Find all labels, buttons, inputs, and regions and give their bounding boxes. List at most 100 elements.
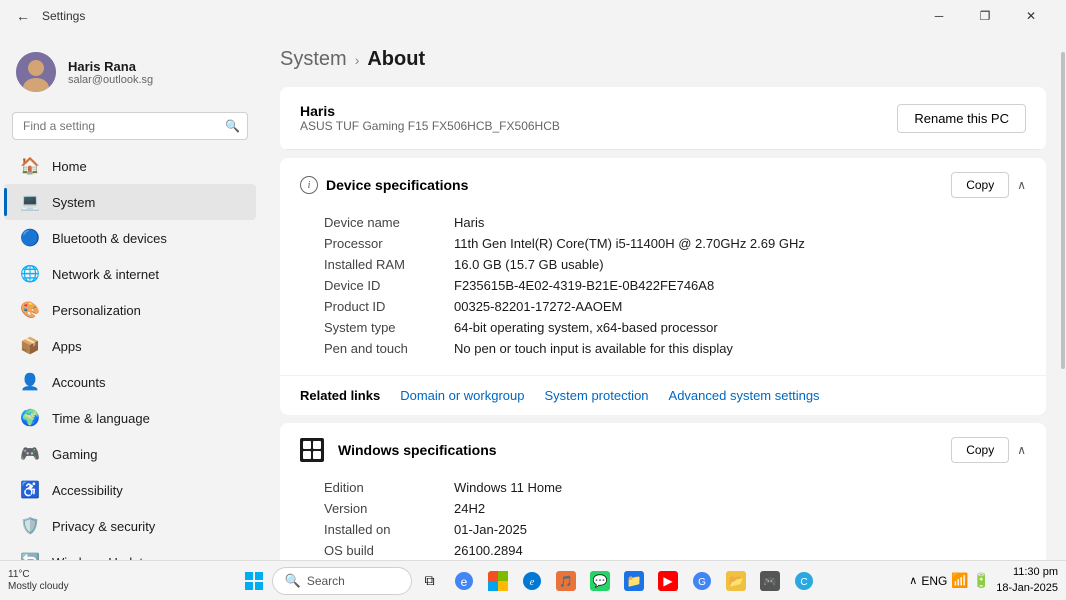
taskbar-app-9[interactable]: 📂 <box>720 565 752 597</box>
svg-text:▶: ▶ <box>663 574 673 588</box>
win-spec-label-3: OS build <box>324 543 454 558</box>
device-spec-row-3: Device ID F235615B-4E02-4319-B21E-0B422F… <box>324 275 1026 296</box>
taskbar-time[interactable]: 11:30 pm 18-Jan-2025 <box>996 565 1058 596</box>
taskbar-lang[interactable]: ENG <box>921 574 947 588</box>
taskbar-app-8[interactable]: G <box>686 565 718 597</box>
breadcrumb-parent[interactable]: System <box>280 48 347 71</box>
taskbar-search-bar[interactable]: 🔍 Search <box>272 567 412 595</box>
sidebar-item-update[interactable]: 🔄 Windows Update <box>4 544 256 560</box>
svg-text:e: e <box>529 577 534 588</box>
taskbar-app-2[interactable] <box>482 565 514 597</box>
nav-label-system: System <box>52 195 95 210</box>
device-spec-value-4: 00325-82201-17272-AAOEM <box>454 299 622 314</box>
sidebar-item-bluetooth[interactable]: 🔵 Bluetooth & devices <box>4 220 256 256</box>
device-spec-label-3: Device ID <box>324 278 454 293</box>
taskbar-app-7[interactable]: ▶ <box>652 565 684 597</box>
taskbar-app-10[interactable]: 🎮 <box>754 565 786 597</box>
svg-text:G: G <box>698 577 706 588</box>
device-specs-title-row: i Device specifications <box>300 176 468 194</box>
win-spec-value-0: Windows 11 Home <box>454 480 562 495</box>
related-link-domain[interactable]: Domain or workgroup <box>400 388 524 403</box>
sidebar-item-accounts[interactable]: 👤 Accounts <box>4 364 256 400</box>
device-spec-value-6: No pen or touch input is available for t… <box>454 341 733 356</box>
sidebar: Haris Rana salar@outlook.sg 🔍 🏠 Home 💻 S… <box>0 32 260 560</box>
win-spec-row-1: Version 24H2 <box>324 498 1026 519</box>
sidebar-item-apps[interactable]: 📦 Apps <box>4 328 256 364</box>
related-link-protection[interactable]: System protection <box>544 388 648 403</box>
svg-text:e: e <box>460 575 467 589</box>
nav-list: 🏠 Home 💻 System 🔵 Bluetooth & devices 🌐 … <box>0 148 260 560</box>
sidebar-search-input[interactable] <box>12 112 248 140</box>
task-view-button[interactable]: ⧉ <box>414 565 446 597</box>
sidebar-item-gaming[interactable]: 🎮 Gaming <box>4 436 256 472</box>
nav-icon-accounts: 👤 <box>20 372 40 392</box>
device-specs-header-right: Copy ∧ <box>951 172 1026 198</box>
sidebar-item-system[interactable]: 💻 System <box>4 184 256 220</box>
windows-specs-card: Windows specifications Copy ∧ Edition Wi… <box>280 423 1046 560</box>
device-spec-label-6: Pen and touch <box>324 341 454 356</box>
sidebar-user-email: salar@outlook.sg <box>68 74 153 86</box>
nav-label-personalization: Personalization <box>52 303 141 318</box>
nav-label-update: Windows Update <box>52 555 150 561</box>
win-spec-label-2: Installed on <box>324 522 454 537</box>
windows-specs-copy-button[interactable]: Copy <box>951 437 1009 463</box>
windows-start-button[interactable] <box>238 565 270 597</box>
taskbar-app-11[interactable]: C <box>788 565 820 597</box>
sidebar-item-personalization[interactable]: 🎨 Personalization <box>4 292 256 328</box>
device-spec-table: Device name Haris Processor 11th Gen Int… <box>280 212 1046 375</box>
windows-logo-icon <box>300 438 324 462</box>
device-spec-label-1: Processor <box>324 236 454 251</box>
windows-specs-chevron-icon[interactable]: ∧ <box>1017 443 1026 457</box>
windows-specs-title: Windows specifications <box>338 442 497 458</box>
scrollbar-thumb[interactable] <box>1061 52 1065 369</box>
nav-icon-time: 🌍 <box>20 408 40 428</box>
sidebar-user-name: Haris Rana <box>68 59 153 74</box>
device-specs-chevron-icon[interactable]: ∧ <box>1017 178 1026 192</box>
rename-pc-button[interactable]: Rename this PC <box>897 104 1026 133</box>
title-bar-title: Settings <box>42 9 85 23</box>
taskbar-app-4[interactable]: 🎵 <box>550 565 582 597</box>
device-spec-value-0: Haris <box>454 215 484 230</box>
win-spec-label-1: Version <box>324 501 454 516</box>
avatar <box>16 52 56 92</box>
taskbar-app-5[interactable]: 💬 <box>584 565 616 597</box>
nav-label-accounts: Accounts <box>52 375 105 390</box>
nav-icon-apps: 📦 <box>20 336 40 356</box>
device-specs-copy-button[interactable]: Copy <box>951 172 1009 198</box>
sidebar-item-accessibility[interactable]: ♿ Accessibility <box>4 472 256 508</box>
sidebar-item-privacy[interactable]: 🛡️ Privacy & security <box>4 508 256 544</box>
device-specs-title: Device specifications <box>326 177 468 193</box>
weather-temp: 11°C <box>8 569 69 581</box>
title-bar: ← Settings ─ ❐ ✕ <box>0 0 1066 32</box>
nav-icon-update: 🔄 <box>20 552 40 560</box>
taskbar-app-1[interactable]: e <box>448 565 480 597</box>
svg-text:📁: 📁 <box>626 574 641 588</box>
sidebar-item-home[interactable]: 🏠 Home <box>4 148 256 184</box>
device-spec-row-6: Pen and touch No pen or touch input is a… <box>324 338 1026 359</box>
nav-icon-personalization: 🎨 <box>20 300 40 320</box>
weather-info[interactable]: 11°C Mostly cloudy <box>8 569 69 593</box>
nav-icon-network: 🌐 <box>20 264 40 284</box>
device-card-header: Haris ASUS TUF Gaming F15 FX506HCB_FX506… <box>280 87 1046 150</box>
nav-label-accessibility: Accessibility <box>52 483 123 498</box>
minimize-button[interactable]: ─ <box>916 0 962 32</box>
scrollbar-track <box>1060 32 1066 560</box>
taskbar-battery-icon: 🔋 <box>973 572 990 589</box>
nav-icon-accessibility: ♿ <box>20 480 40 500</box>
taskbar-wifi-icon: 📶 <box>951 572 968 589</box>
device-spec-value-5: 64-bit operating system, x64-based proce… <box>454 320 718 335</box>
device-spec-value-1: 11th Gen Intel(R) Core(TM) i5-11400H @ 2… <box>454 236 805 251</box>
sidebar-item-network[interactable]: 🌐 Network & internet <box>4 256 256 292</box>
nav-label-gaming: Gaming <box>52 447 98 462</box>
restore-button[interactable]: ❐ <box>962 0 1008 32</box>
sidebar-item-time[interactable]: 🌍 Time & language <box>4 400 256 436</box>
taskbar-app-6[interactable]: 📁 <box>618 565 650 597</box>
close-button[interactable]: ✕ <box>1008 0 1054 32</box>
back-icon[interactable]: ← <box>16 8 30 24</box>
taskbar-search-icon: 🔍 <box>285 573 301 589</box>
device-name: Haris <box>300 103 560 119</box>
related-link-advanced[interactable]: Advanced system settings <box>669 388 820 403</box>
taskbar-chevron-icon[interactable]: ∧ <box>909 574 917 587</box>
info-icon: i <box>300 176 318 194</box>
taskbar-app-3[interactable]: e <box>516 565 548 597</box>
